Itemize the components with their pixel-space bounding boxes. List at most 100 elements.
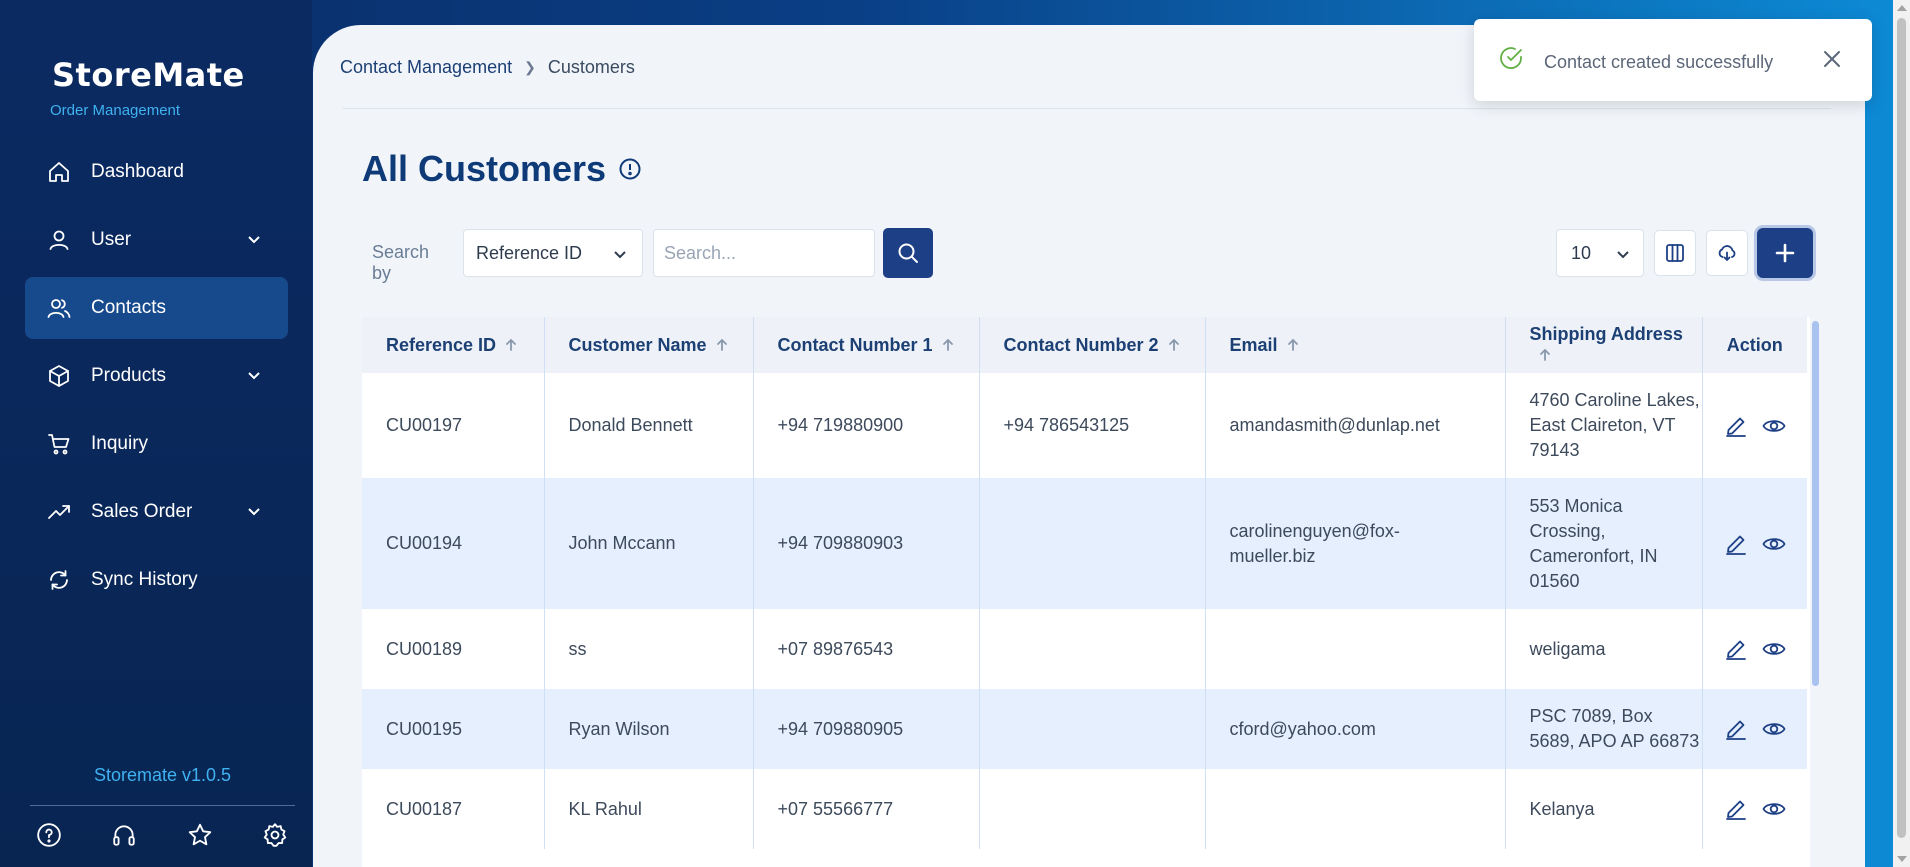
column-header-reference-id[interactable]: Reference ID — [362, 317, 545, 373]
columns-button[interactable] — [1654, 230, 1696, 276]
sidebar-item-sync-history[interactable]: Sync History — [25, 549, 288, 611]
sidebar-item-contacts[interactable]: Contacts — [25, 277, 288, 339]
header-divider — [343, 108, 1831, 109]
scroll-down-arrow-icon[interactable] — [1897, 856, 1907, 862]
column-header-email[interactable]: Email — [1205, 317, 1506, 373]
cell-shipping-address: weligama — [1505, 609, 1703, 689]
breadcrumb: Contact Management ❯ Customers — [340, 57, 635, 78]
cell-contact-number-2 — [979, 689, 1206, 769]
cell-customer-name: KL Rahul — [544, 769, 754, 849]
cell-reference-id: CU00187 — [362, 769, 545, 849]
settings-icon[interactable] — [262, 822, 288, 848]
table-row[interactable]: CU00194 John Mccann +94 709880903 caroli… — [362, 478, 1807, 609]
search-by-value: Reference ID — [476, 242, 583, 263]
app-logo[interactable]: StoreMate — [52, 56, 245, 94]
breadcrumb-current: Customers — [547, 57, 635, 77]
app-version: Storemate v1.0.5 — [93, 765, 232, 785]
chevron-right-icon: ❯ — [524, 59, 536, 75]
cell-contact-number-1: +07 89876543 — [753, 609, 980, 689]
edit-icon[interactable] — [1724, 717, 1748, 741]
download-button[interactable] — [1706, 230, 1748, 276]
window-scrollbar-thumb[interactable] — [1897, 18, 1906, 838]
search-button[interactable] — [883, 228, 933, 278]
window-scrollbar[interactable] — [1893, 0, 1910, 867]
cell-contact-number-2 — [979, 478, 1206, 609]
star-icon[interactable] — [187, 822, 213, 848]
edit-icon[interactable] — [1724, 637, 1748, 661]
cell-email: cford@yahoo.com — [1205, 689, 1506, 769]
cell-customer-name: Ryan Wilson — [544, 689, 754, 769]
sidebar-item-products[interactable]: Products — [25, 345, 288, 407]
table-row[interactable]: CU00187 KL Rahul +07 55566777 Kelanya — [362, 769, 1807, 849]
table-row[interactable]: CU00195 Ryan Wilson +94 709880905 cford@… — [362, 689, 1807, 769]
help-icon[interactable] — [36, 822, 62, 848]
page-title: All Customers — [362, 148, 642, 190]
arrow-up-icon — [1167, 336, 1181, 351]
cell-contact-number-2 — [979, 609, 1206, 689]
arrow-up-icon — [504, 336, 518, 351]
arrow-up-icon — [1286, 336, 1300, 351]
cell-shipping-address: PSC 7089, Box 5689, APO AP 66873 — [1505, 689, 1703, 769]
cell-contact-number-2: +94 786543125 — [979, 373, 1206, 478]
breadcrumb-parent[interactable]: Contact Management — [340, 57, 512, 78]
cell-contact-number-1: +94 709880905 — [753, 689, 980, 769]
column-header-shipping-address[interactable]: Shipping Address — [1505, 317, 1703, 373]
info-icon[interactable] — [618, 157, 642, 181]
sidebar-item-user[interactable]: User — [25, 209, 288, 271]
cell-contact-number-2 — [979, 769, 1206, 849]
chevron-down-icon — [612, 246, 628, 262]
search-input[interactable] — [653, 229, 875, 277]
edit-icon[interactable] — [1724, 532, 1748, 556]
sidebar-item-label: Products — [91, 365, 166, 386]
close-icon[interactable] — [1822, 49, 1842, 69]
headset-icon[interactable] — [111, 822, 137, 848]
cell-email: amandasmith@dunlap.net — [1205, 373, 1506, 478]
eye-icon[interactable] — [1762, 797, 1786, 821]
cell-email — [1205, 769, 1506, 849]
check-circle-icon — [1498, 45, 1524, 71]
sidebar-divider — [30, 805, 295, 806]
home-icon — [47, 160, 71, 184]
table-row[interactable]: CU00197 Donald Bennett +94 719880900 +94… — [362, 373, 1807, 478]
chevron-down-icon — [1615, 246, 1631, 262]
arrow-up-icon — [715, 336, 729, 351]
cell-actions — [1702, 769, 1807, 849]
table-scrollbar-thumb[interactable] — [1812, 321, 1819, 686]
column-header-contact-number-2[interactable]: Contact Number 2 — [979, 317, 1206, 373]
sidebar-item-sales-order[interactable]: Sales Order — [25, 481, 288, 543]
eye-icon[interactable] — [1762, 532, 1786, 556]
cart-icon — [47, 432, 71, 456]
cell-shipping-address: Kelanya — [1505, 769, 1703, 849]
cell-shipping-address: 4760 Caroline Lakes, East Claireton, VT … — [1505, 373, 1703, 478]
arrow-up-icon — [1538, 346, 1552, 361]
add-customer-button[interactable] — [1757, 228, 1813, 278]
sidebar: StoreMate Order Management Dashboard Use… — [0, 0, 312, 867]
sidebar-item-dashboard[interactable]: Dashboard — [25, 141, 288, 203]
table-row[interactable]: CU00189 ss +07 89876543 weligama — [362, 609, 1807, 689]
cell-email — [1205, 609, 1506, 689]
edit-icon[interactable] — [1724, 797, 1748, 821]
eye-icon[interactable] — [1762, 717, 1786, 741]
column-header-contact-number-1[interactable]: Contact Number 1 — [753, 317, 980, 373]
sidebar-nav: Dashboard User Contacts Products Inquiry… — [25, 141, 288, 617]
cell-actions — [1702, 609, 1807, 689]
cell-shipping-address: 553 Monica Crossing, Cameronfort, IN 015… — [1505, 478, 1703, 609]
scroll-up-arrow-icon[interactable] — [1897, 5, 1907, 11]
page-size-select[interactable]: 10 — [1556, 229, 1644, 277]
column-header-customer-name[interactable]: Customer Name — [544, 317, 754, 373]
success-toast: Contact created successfully — [1474, 19, 1872, 101]
users-icon — [47, 296, 71, 320]
cell-contact-number-1: +94 709880903 — [753, 478, 980, 609]
sidebar-footer-icons — [36, 822, 288, 848]
eye-icon[interactable] — [1762, 414, 1786, 438]
sidebar-item-label: User — [91, 229, 132, 250]
sidebar-item-inquiry[interactable]: Inquiry — [25, 413, 288, 475]
arrow-up-icon — [941, 336, 955, 351]
cell-customer-name: Donald Bennett — [544, 373, 754, 478]
column-header-action: Action — [1726, 334, 1783, 355]
edit-icon[interactable] — [1724, 414, 1748, 438]
cell-actions — [1702, 373, 1807, 478]
search-by-select[interactable]: Reference ID — [463, 229, 643, 277]
customers-table: Reference ID Customer Name Contact Numbe… — [362, 317, 1821, 867]
eye-icon[interactable] — [1762, 637, 1786, 661]
